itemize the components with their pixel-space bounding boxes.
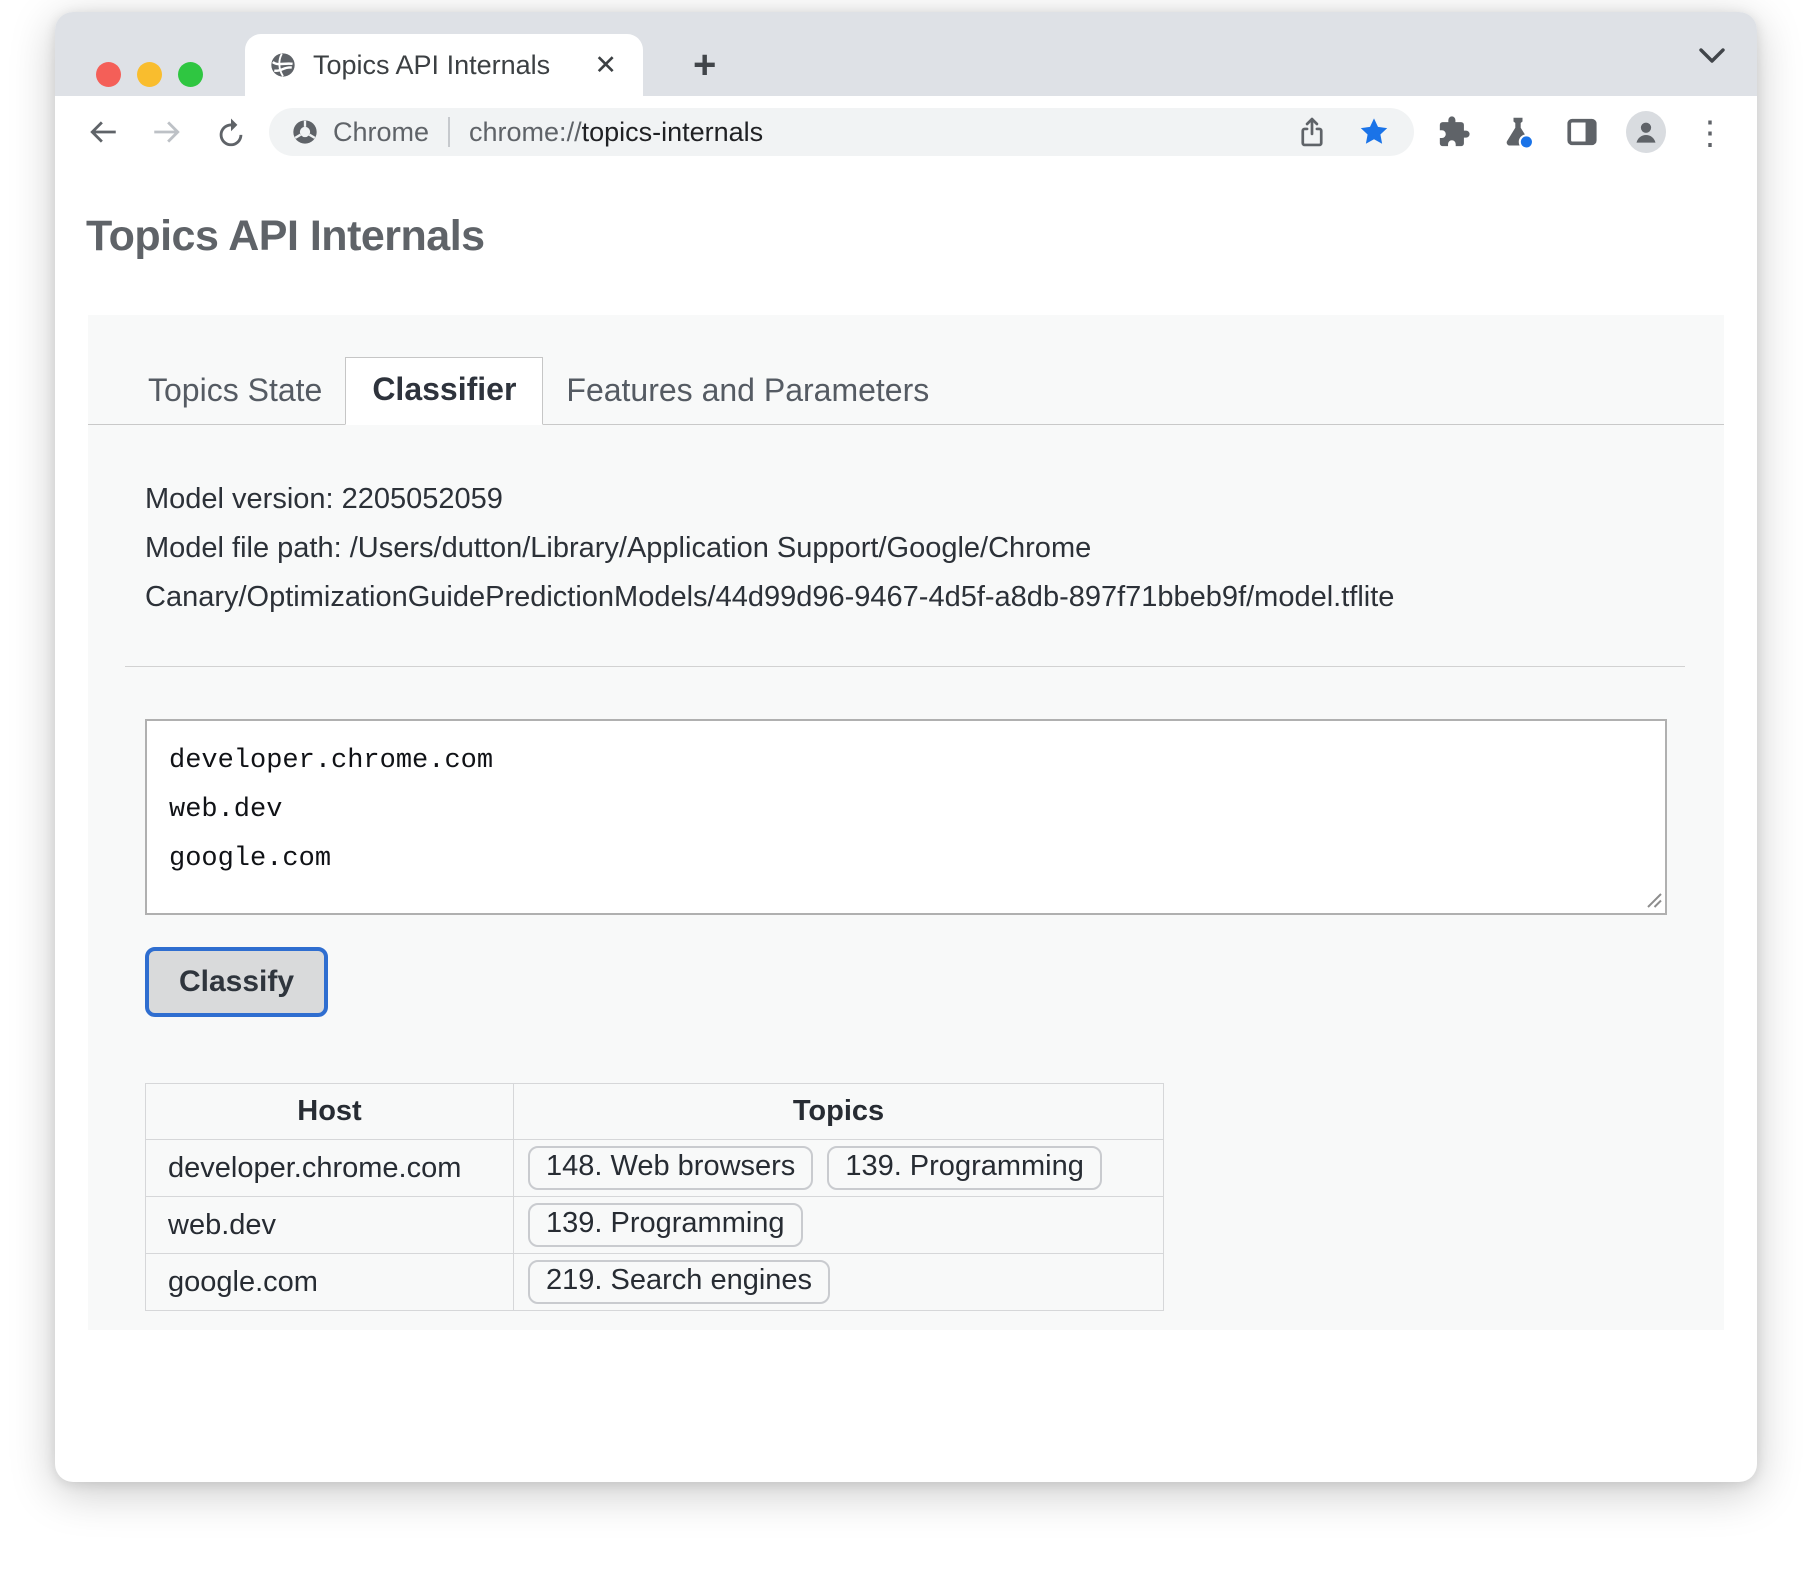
site-engine-label: Chrome (333, 117, 429, 148)
address-bar[interactable]: Chrome chrome://topics-internals (269, 108, 1414, 156)
tab-classifier[interactable]: Classifier (345, 357, 543, 425)
overflow-menu-icon[interactable]: ⋮ (1690, 110, 1730, 154)
table-row: google.com 219. Search engines (146, 1254, 1164, 1311)
tab-title: Topics API Internals (313, 50, 588, 81)
tab-topics-state[interactable]: Topics State (125, 359, 345, 425)
table-header-row: Host Topics (146, 1084, 1164, 1140)
host-column-header: Host (146, 1084, 514, 1140)
url-host: topics-internals (582, 117, 764, 147)
topic-chip: 139. Programming (827, 1146, 1102, 1190)
host-cell: google.com (146, 1254, 514, 1311)
minimize-window-button[interactable] (137, 62, 162, 87)
fullscreen-window-button[interactable] (178, 62, 203, 87)
page-title: Topics API Internals (86, 212, 1757, 261)
topic-chip: 219. Search engines (528, 1260, 830, 1304)
hosts-input[interactable]: developer.chrome.com web.dev google.com (145, 719, 1667, 915)
classification-results-table: Host Topics developer.chrome.com 148. We… (145, 1083, 1164, 1311)
forward-button[interactable] (145, 110, 189, 154)
panel-tab-bar: Topics State Classifier Features and Par… (88, 315, 1724, 425)
model-version-line: Model version: 2205052059 (145, 475, 1667, 524)
close-tab-icon[interactable]: ✕ (588, 48, 623, 83)
topics-cell: 219. Search engines (514, 1254, 1164, 1311)
browser-window: Topics API Internals ✕ + Chrome chrome: (55, 12, 1757, 1482)
globe-favicon-icon (269, 51, 297, 79)
topics-cell: 148. Web browsers 139. Programming (514, 1140, 1164, 1197)
url-scheme: chrome:// (469, 117, 582, 147)
bookmark-star-icon[interactable] (1354, 112, 1394, 152)
url-text: chrome://topics-internals (469, 117, 763, 148)
omnibox-separator (448, 117, 450, 147)
browser-tab-strip: Topics API Internals ✕ + (55, 12, 1757, 96)
chrome-logo-icon (291, 118, 319, 146)
experiments-beaker-icon[interactable] (1498, 110, 1538, 154)
section-divider (125, 666, 1685, 667)
tab-features-and-parameters[interactable]: Features and Parameters (543, 359, 952, 425)
side-panel-icon[interactable] (1562, 110, 1602, 154)
window-controls (96, 62, 203, 87)
classify-button[interactable]: Classify (145, 947, 328, 1017)
model-info: Model version: 2205052059 Model file pat… (145, 475, 1667, 622)
tab-search-chevron-icon[interactable] (1699, 48, 1725, 64)
new-tab-button[interactable]: + (683, 38, 726, 92)
browser-toolbar: Chrome chrome://topics-internals (55, 96, 1757, 168)
internals-panel: Topics State Classifier Features and Par… (88, 315, 1724, 1330)
share-icon[interactable] (1292, 112, 1332, 152)
table-row: web.dev 139. Programming (146, 1197, 1164, 1254)
textarea-resize-handle[interactable] (1645, 891, 1663, 909)
hosts-input-wrap: developer.chrome.com web.dev google.com (145, 719, 1667, 915)
topics-column-header: Topics (514, 1084, 1164, 1140)
model-file-path-line: Model file path: /Users/dutton/Library/A… (145, 524, 1667, 622)
table-row: developer.chrome.com 148. Web browsers 13… (146, 1140, 1164, 1197)
host-cell: developer.chrome.com (146, 1140, 514, 1197)
page-content: Topics API Internals Topics State Classi… (55, 212, 1757, 1330)
tab-bar-underline (88, 424, 1724, 425)
topics-cell: 139. Programming (514, 1197, 1164, 1254)
host-cell: web.dev (146, 1197, 514, 1254)
back-button[interactable] (81, 110, 125, 154)
toolbar-actions: ⋮ (1434, 110, 1730, 154)
close-window-button[interactable] (96, 62, 121, 87)
extensions-puzzle-icon[interactable] (1434, 110, 1474, 154)
topic-chip: 139. Programming (528, 1203, 803, 1247)
reload-button[interactable] (209, 110, 253, 154)
profile-avatar[interactable] (1626, 110, 1666, 154)
topic-chip: 148. Web browsers (528, 1146, 813, 1190)
browser-tab[interactable]: Topics API Internals ✕ (245, 34, 643, 96)
